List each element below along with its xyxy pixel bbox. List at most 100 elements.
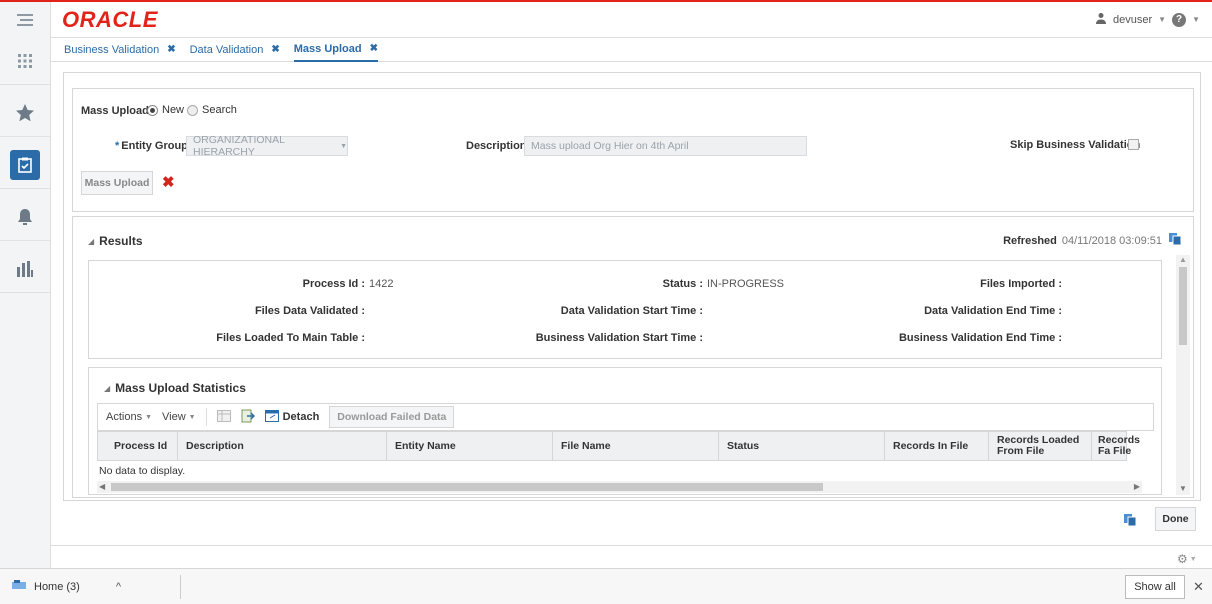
collapse-triangle-icon: ◢ [104, 383, 111, 393]
show-all-button[interactable]: Show all [1125, 575, 1185, 599]
radio-new-label: New [162, 104, 185, 116]
statistics-header[interactable]: ◢ Mass Upload Statistics [104, 381, 246, 395]
close-icon[interactable]: ✖ [370, 43, 378, 54]
tasks-clipboard-icon[interactable] [0, 142, 50, 189]
mass-upload-label: Mass Upload [81, 105, 149, 117]
bv-end-label: Business Validation End Time : [898, 332, 1062, 344]
column-header[interactable]: File Name [553, 432, 719, 460]
hamburger-icon[interactable] [0, 2, 51, 38]
user-name[interactable]: devuser [1113, 14, 1152, 26]
chevron-up-icon[interactable]: ^ [116, 581, 121, 593]
gear-icon: ⚙ [1177, 552, 1188, 566]
files-data-validated-label: Files Data Validated : [254, 305, 365, 317]
tab-bar: Business Validation ✖ Data Validation ✖ … [50, 38, 1212, 62]
column-header[interactable]: Description [178, 432, 387, 460]
settings-menu[interactable]: ⚙ ▼ [1177, 552, 1197, 566]
scroll-right-icon[interactable]: ▶ [1134, 482, 1140, 491]
chevron-down-icon: ▼ [1192, 15, 1200, 24]
column-header[interactable]: Process Id [108, 432, 178, 460]
radio-search[interactable]: Search [187, 104, 237, 116]
files-imported-label: Files Imported : [980, 278, 1062, 290]
scroll-up-icon[interactable]: ▲ [1179, 255, 1187, 264]
results-header[interactable]: ◢ Results [88, 234, 143, 248]
files-data-validated-label-wrap: Files Data Validated : [255, 305, 365, 317]
view-menu[interactable]: View ▼ [162, 411, 196, 423]
description-value: Mass upload Org Hier on 4th April [531, 140, 689, 152]
files-imported-label-wrap: Files Imported : [980, 278, 1062, 290]
description-input[interactable]: Mass upload Org Hier on 4th April [524, 136, 807, 156]
scroll-left-icon[interactable]: ◀ [99, 482, 105, 491]
radio-search-label: Search [202, 104, 237, 116]
status-value: IN-PROGRESS [707, 278, 785, 290]
process-id-label-wrap: Process Id : [303, 278, 365, 290]
scroll-thumb[interactable] [1179, 267, 1187, 345]
skip-business-validation-checkbox[interactable] [1128, 139, 1139, 150]
column-header[interactable]: Status [719, 432, 885, 460]
tab-data-validation[interactable]: Data Validation ✖ [190, 38, 280, 62]
actions-menu[interactable]: Actions ▼ [106, 411, 152, 423]
radio-new[interactable]: New [147, 104, 184, 116]
download-failed-data-button[interactable]: Download Failed Data [329, 406, 455, 428]
close-icon[interactable]: ✖ [271, 44, 279, 55]
scroll-thumb[interactable] [111, 483, 823, 491]
close-icon[interactable]: ✖ [167, 44, 175, 55]
bv-start-label: Business Validation Start Time : [535, 332, 703, 344]
dv-end-label: Data Validation End Time : [924, 305, 1062, 317]
column-header[interactable]: Records Loaded From File [989, 432, 1092, 460]
oracle-logo: ORACLE [62, 7, 158, 32]
download-item-label: Home (3) [34, 580, 80, 593]
detach-label: Detach [282, 411, 320, 423]
help-icon[interactable]: ? [1172, 12, 1187, 27]
actions-label: Actions [106, 411, 143, 423]
freeze-icon[interactable] [216, 409, 231, 425]
close-icon[interactable]: ✕ [1193, 579, 1204, 595]
collapse-triangle-icon: ◢ [88, 236, 95, 246]
chevron-down-icon: ▼ [1189, 555, 1197, 563]
footer-divider [50, 545, 1212, 546]
refresh-icon[interactable] [1123, 513, 1137, 530]
refreshed-info: Refreshed 04/11/2018 03:09:51 [1003, 235, 1162, 247]
bv-start-label-wrap: Business Validation Start Time : [536, 332, 703, 344]
bar-chart-icon[interactable] [0, 246, 50, 293]
chevron-down-icon: ▼ [188, 413, 196, 421]
divider [180, 575, 181, 599]
bell-icon[interactable] [0, 194, 50, 241]
entity-group-label-wrap: * Entity Group [115, 140, 188, 152]
view-label: View [162, 411, 186, 423]
star-icon[interactable] [0, 90, 50, 137]
chevron-down-icon: ▼ [1158, 15, 1167, 24]
files-loaded-label: Files Loaded To Main Table : [216, 332, 365, 344]
column-header[interactable]: Entity Name [387, 432, 553, 460]
horizontal-scrollbar[interactable]: ◀ ▶ [97, 481, 1142, 493]
column-header[interactable]: Records In File [885, 432, 989, 460]
mass-upload-button[interactable]: Mass Upload [81, 171, 153, 195]
export-icon[interactable] [241, 409, 255, 426]
refresh-icon[interactable] [1168, 232, 1182, 249]
sidebar [0, 38, 51, 568]
statistics-table-header: Process Id Description Entity Name File … [97, 431, 1140, 461]
refreshed-value: 04/11/2018 03:09:51 [1061, 235, 1162, 247]
chevron-down-icon: ▼ [145, 413, 153, 421]
download-item[interactable]: Home (3) ^ [12, 579, 121, 594]
files-loaded-label-wrap: Files Loaded To Main Table : [216, 332, 365, 344]
process-id-value: 1422 [369, 278, 394, 290]
apps-grid-icon[interactable] [0, 38, 50, 85]
radio-selected-icon [147, 104, 158, 116]
user-icon [1095, 12, 1107, 27]
tab-business-validation[interactable]: Business Validation ✖ [64, 38, 176, 62]
download-bar: Home (3) ^ Show all ✕ [0, 568, 1212, 604]
user-area[interactable]: devuser ▼ ? ▼ [1095, 12, 1200, 27]
vertical-scrollbar[interactable]: ▲ ▼ [1176, 255, 1190, 495]
tab-label: Mass Upload [293, 42, 362, 55]
top-bar: ORACLE devuser ▼ ? ▼ [0, 0, 1212, 38]
scroll-down-icon[interactable]: ▼ [1179, 484, 1187, 493]
description-label: Description [466, 140, 527, 152]
status-label: Status : [662, 278, 703, 290]
detach-button[interactable]: Detach [264, 409, 320, 425]
done-button[interactable]: Done [1155, 507, 1196, 531]
delete-icon[interactable]: ✖ [162, 175, 175, 190]
entity-group-select[interactable]: ORGANIZATIONAL HIERARCHY ▼ [186, 134, 348, 158]
column-header[interactable]: Records Fa File [1092, 432, 1140, 460]
tab-mass-upload[interactable]: Mass Upload ✖ [293, 38, 379, 62]
dv-start-label: Data Validation Start Time : [560, 305, 703, 317]
